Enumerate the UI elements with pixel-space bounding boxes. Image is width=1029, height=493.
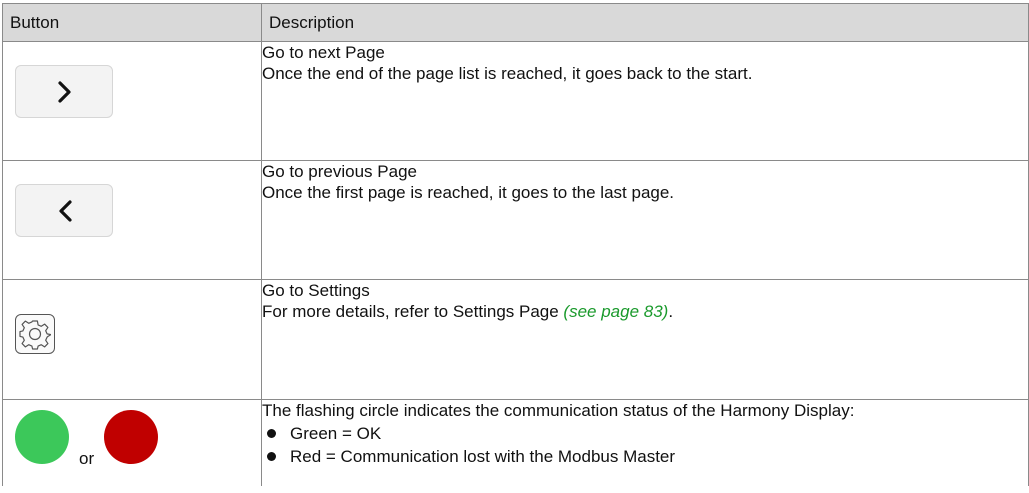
button-cell xyxy=(2,41,262,161)
red-status-dot xyxy=(104,410,158,464)
table-header-row: Button Description xyxy=(2,3,1029,42)
gear-icon xyxy=(19,320,51,350)
row-detail: For more details, refer to Settings Page… xyxy=(262,301,1028,322)
table-row: Go to next Page Once the end of the page… xyxy=(2,41,1029,161)
chevron-right-icon xyxy=(58,81,71,103)
description-cell: Go to previous Page Once the first page … xyxy=(261,160,1029,280)
status-bullet-list: Green = OK Red = Communication lost with… xyxy=(262,423,1028,467)
description-cell: The flashing circle indicates the commun… xyxy=(261,399,1029,486)
row-title: The flashing circle indicates the commun… xyxy=(262,401,855,420)
row-title: Go to previous Page xyxy=(262,162,417,181)
list-item: Red = Communication lost with the Modbus… xyxy=(262,446,1028,467)
row-detail: Once the first page is reached, it goes … xyxy=(262,183,675,202)
settings-page-link[interactable]: (see page 83) xyxy=(563,302,668,321)
description-cell: Go to Settings For more details, refer t… xyxy=(261,279,1029,400)
row-detail: Once the end of the page list is reached… xyxy=(262,64,753,83)
detail-text: For more details, refer to Settings Page xyxy=(262,302,564,321)
row-title: Go to next Page xyxy=(262,43,385,62)
next-page-button[interactable] xyxy=(15,65,113,118)
or-label: or xyxy=(79,449,95,468)
button-cell: or xyxy=(2,399,262,486)
detail-suffix: . xyxy=(668,302,674,321)
previous-page-button[interactable] xyxy=(15,184,113,237)
row-title: Go to Settings xyxy=(262,281,370,300)
header-description: Description xyxy=(261,3,1029,42)
header-button: Button xyxy=(2,3,262,42)
table-row: or The flashing circle indicates the com… xyxy=(2,399,1029,486)
table-row: Go to Settings For more details, refer t… xyxy=(2,279,1029,400)
button-cell xyxy=(2,160,262,280)
button-description-table: Button Description Go to next Page Once … xyxy=(2,3,1029,486)
table-row: Go to previous Page Once the first page … xyxy=(2,160,1029,280)
list-item: Green = OK xyxy=(262,423,1028,444)
green-status-dot xyxy=(15,410,69,464)
description-cell: Go to next Page Once the end of the page… xyxy=(261,41,1029,161)
button-cell xyxy=(2,279,262,400)
settings-button[interactable] xyxy=(15,314,55,354)
chevron-left-icon xyxy=(59,200,72,222)
